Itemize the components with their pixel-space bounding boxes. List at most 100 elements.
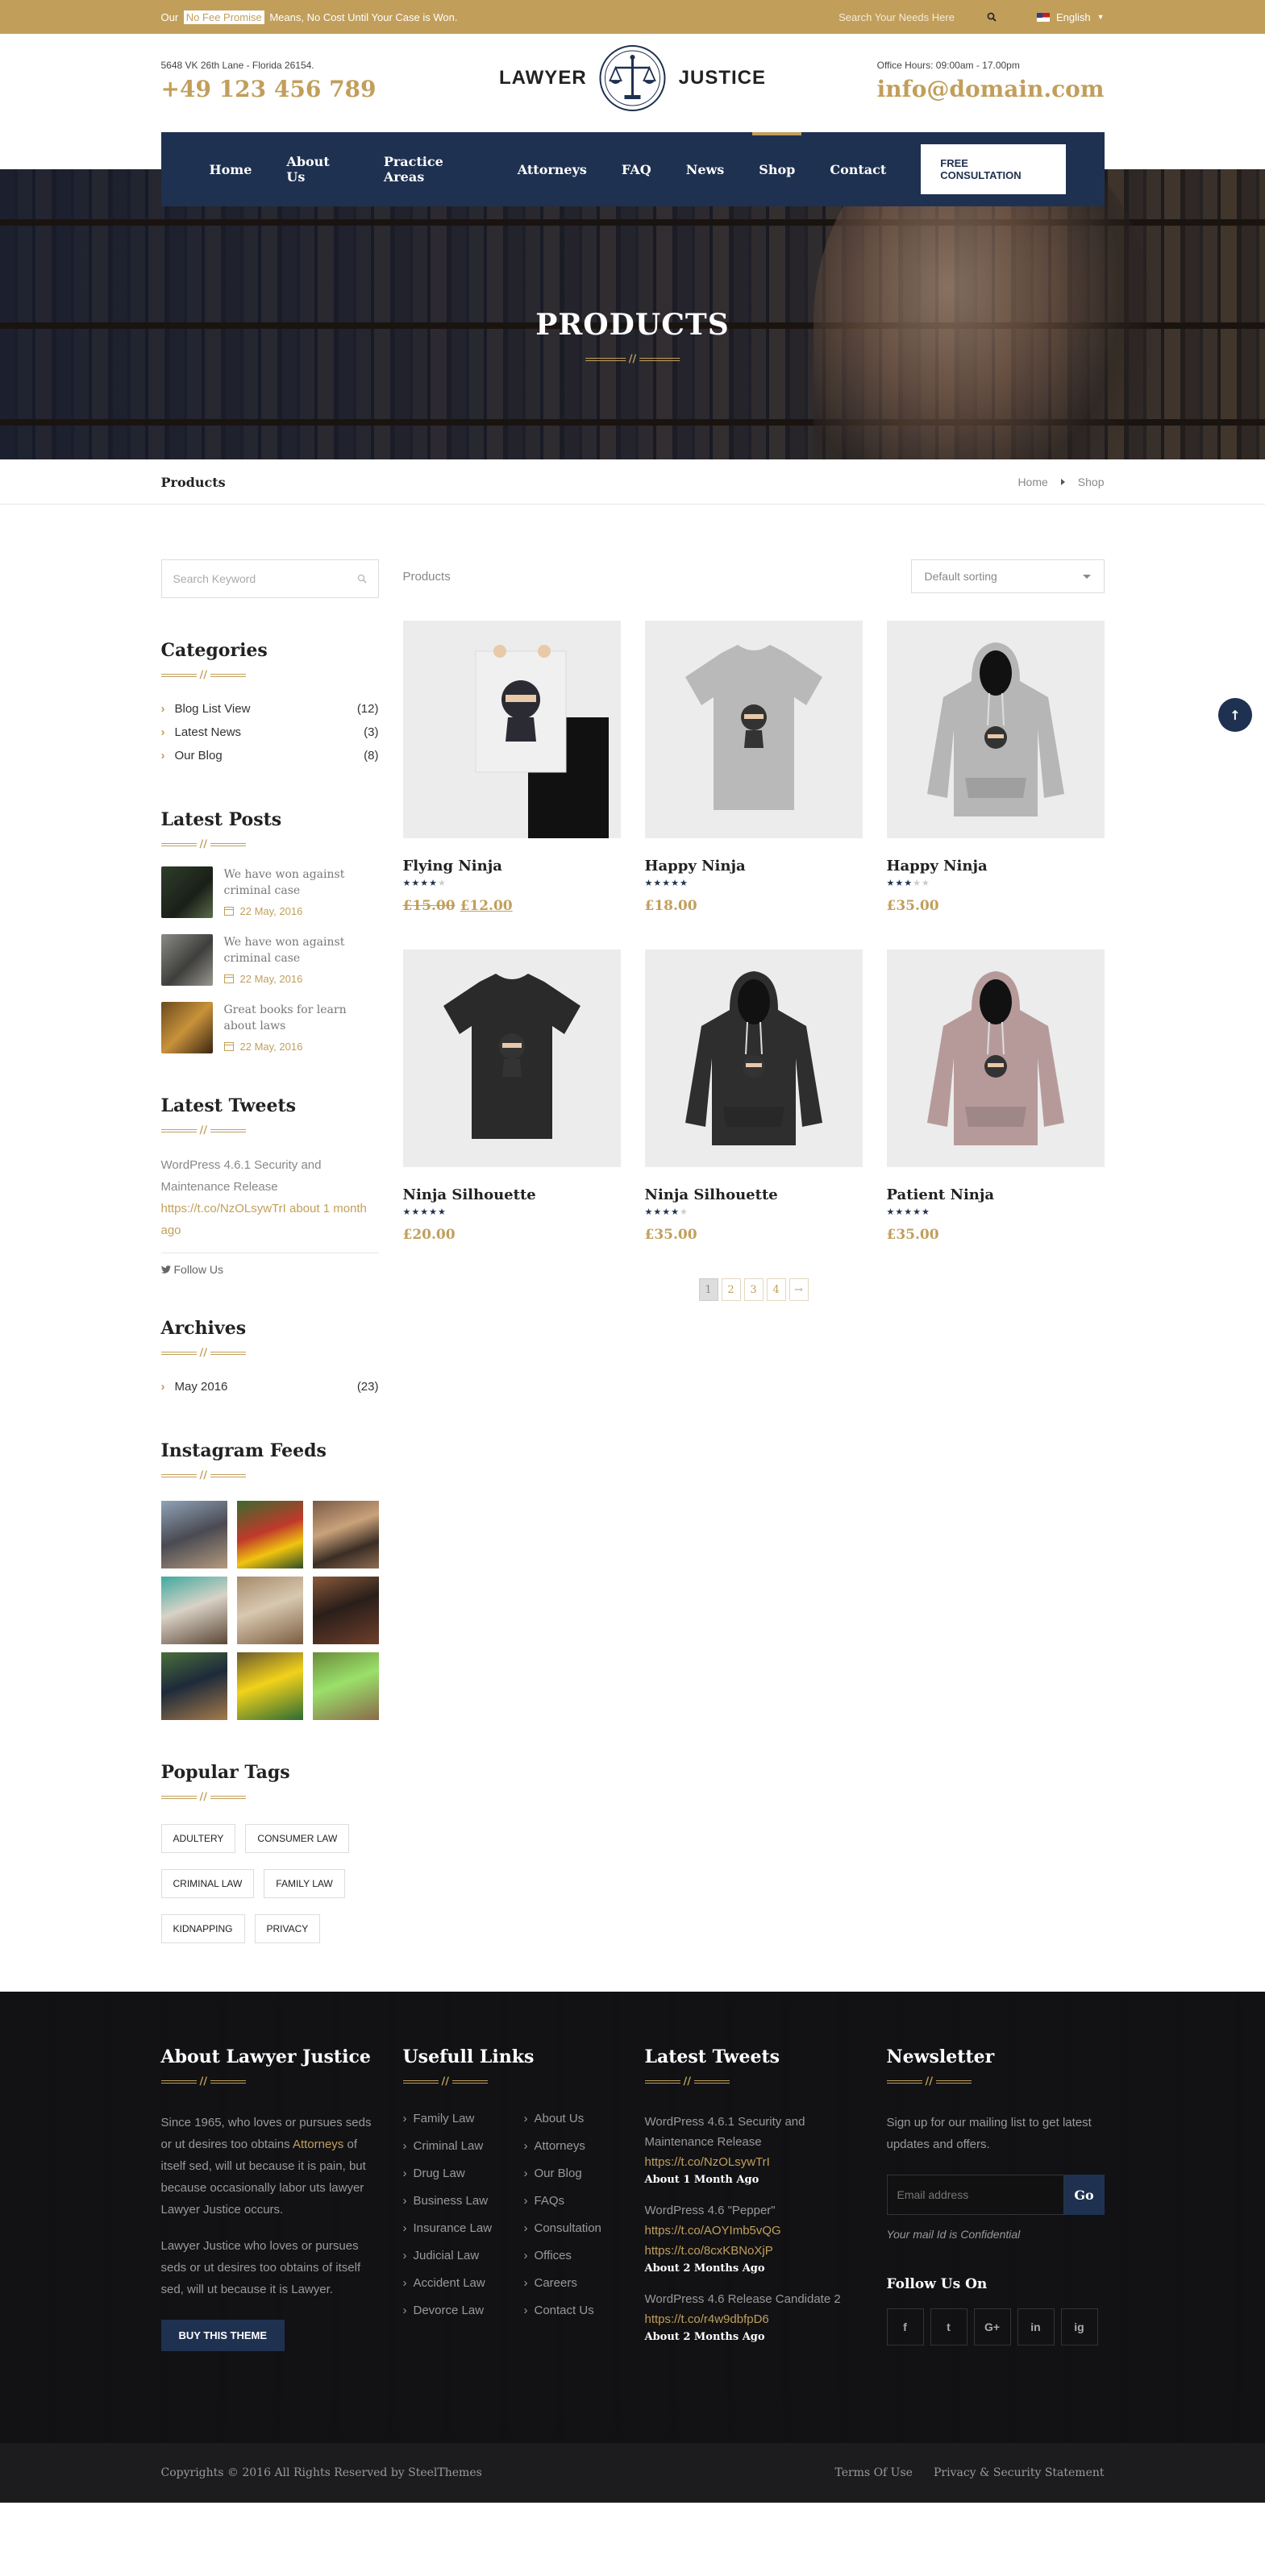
search-icon[interactable] <box>987 12 997 22</box>
follow-us-link[interactable]: Follow Us <box>160 1253 379 1276</box>
sidebar-search-input[interactable]: Search Keyword <box>160 559 379 598</box>
buy-theme-button[interactable]: BUY THIS THEME <box>160 2320 285 2351</box>
nav-item-practice-areas[interactable]: Practice Areas <box>384 132 483 206</box>
nav-item-faq[interactable]: FAQ <box>622 132 651 206</box>
instagram-photo[interactable] <box>312 1577 379 1644</box>
category-item[interactable]: Blog List View (12) <box>161 697 379 721</box>
post-thumbnail[interactable] <box>160 1002 213 1053</box>
sort-select[interactable]: Default sorting <box>910 559 1105 593</box>
footer-link[interactable]: Family Law <box>403 2112 524 2125</box>
footer-link[interactable]: Our Blog <box>524 2167 621 2180</box>
footer-link[interactable]: Consultation <box>524 2221 621 2235</box>
product-card[interactable]: Patient Ninja ★★★★★ £35.00 <box>886 949 1105 1278</box>
product-name[interactable]: Ninja Silhouette <box>645 1186 863 1203</box>
footer-link[interactable]: Drug Law <box>403 2167 524 2180</box>
email-address[interactable]: info@domain.com <box>877 76 1105 102</box>
footer-link[interactable]: Careers <box>524 2276 621 2290</box>
nav-item-attorneys[interactable]: Attorneys <box>518 132 587 206</box>
instagram-photo[interactable] <box>236 1501 303 1568</box>
post-title[interactable]: Great books for learn about laws <box>224 1002 379 1034</box>
product-name[interactable]: Flying Ninja <box>403 858 621 875</box>
instagram-photo[interactable] <box>236 1577 303 1644</box>
attorneys-link[interactable]: Attorneys <box>293 2138 343 2151</box>
page-4[interactable]: 4 <box>766 1278 786 1301</box>
tag-adultery[interactable]: ADULTERY <box>160 1824 236 1853</box>
instagram-photo[interactable] <box>312 1501 379 1568</box>
post-item[interactable]: We have won against criminal case 22 May… <box>160 934 379 986</box>
footer-link[interactable]: FAQs <box>524 2194 621 2208</box>
archive-item[interactable]: May 2016 (23) <box>161 1375 379 1398</box>
nav-item-home[interactable]: Home <box>210 132 252 206</box>
nav-item-contact[interactable]: Contact <box>830 132 886 206</box>
post-title[interactable]: We have won against criminal case <box>224 934 379 966</box>
product-image[interactable] <box>644 949 863 1167</box>
footer-link[interactable]: Criminal Law <box>403 2139 524 2153</box>
tweet-link[interactable]: https://t.co/r4w9dbfpD6 <box>645 2312 769 2326</box>
footer-link[interactable]: Business Law <box>403 2194 524 2208</box>
footer-link[interactable]: Devorce Law <box>403 2304 524 2317</box>
post-title[interactable]: We have won against criminal case <box>224 866 379 899</box>
tag-consumer-law[interactable]: CONSUMER LAW <box>245 1824 350 1853</box>
twitter-icon[interactable]: t <box>930 2308 967 2345</box>
top-search-input[interactable]: Search Your Needs Here <box>838 11 955 23</box>
product-card[interactable]: Ninja Silhouette ★★★★★ £20.00 <box>402 949 621 1278</box>
newsletter-go-button[interactable]: Go <box>1063 2175 1105 2215</box>
product-name[interactable]: Patient Ninja <box>887 1186 1105 1203</box>
product-name[interactable]: Happy Ninja <box>645 858 863 875</box>
nav-item-shop[interactable]: Shop <box>752 132 802 206</box>
product-card[interactable]: Happy Ninja ★★★★★ £18.00 <box>644 621 863 949</box>
tag-privacy[interactable]: PRIVACY <box>254 1914 321 1943</box>
product-card[interactable]: Ninja Silhouette ★★★★★ £35.00 <box>644 949 863 1278</box>
footer-link[interactable]: Accident Law <box>403 2276 524 2290</box>
nav-item-about-us[interactable]: About Us <box>286 132 348 206</box>
instagram-photo[interactable] <box>160 1577 227 1644</box>
product-card[interactable]: Flying Ninja ★★★★★ £15.00 £12.00 <box>402 621 621 949</box>
next-page-button[interactable]: → <box>789 1278 809 1301</box>
page-1[interactable]: 1 <box>698 1278 718 1301</box>
product-image[interactable] <box>402 621 621 838</box>
instagram-photo[interactable] <box>236 1652 303 1720</box>
logo[interactable]: LAWYER JUSTICE <box>499 44 766 113</box>
tweet-link[interactable]: https://t.co/NzOLsywTrI <box>645 2155 770 2169</box>
instagram-icon[interactable]: ig <box>1060 2308 1098 2345</box>
instagram-photo[interactable] <box>312 1652 379 1720</box>
footer-link[interactable]: Attorneys <box>524 2139 621 2153</box>
post-thumbnail[interactable] <box>160 866 213 918</box>
footer-link[interactable]: Judicial Law <box>403 2249 524 2262</box>
product-image[interactable] <box>886 949 1105 1167</box>
terms-link[interactable]: Terms Of Use <box>834 2466 913 2479</box>
tag-criminal-law[interactable]: CRIMINAL LAW <box>160 1869 255 1898</box>
tweet-link[interactable]: https://t.co/NzOLsywTrI <box>161 1202 286 1215</box>
footer-link[interactable]: Insurance Law <box>403 2221 524 2235</box>
tag-family-law[interactable]: FAMILY LAW <box>264 1869 345 1898</box>
scroll-to-top-button[interactable]: ↑ <box>1218 698 1252 732</box>
instagram-photo[interactable] <box>160 1652 227 1720</box>
facebook-icon[interactable]: f <box>886 2308 924 2345</box>
product-image[interactable] <box>644 621 863 838</box>
breadcrumb-home[interactable]: Home <box>1017 476 1047 488</box>
product-name[interactable]: Happy Ninja <box>887 858 1105 875</box>
tweet-link[interactable]: https://t.co/AOYImb5vQG https://t.co/8cx… <box>645 2224 781 2258</box>
language-selector[interactable]: English ▼ <box>1036 11 1105 23</box>
post-thumbnail[interactable] <box>160 934 213 986</box>
nav-item-news[interactable]: News <box>686 132 725 206</box>
search-icon[interactable] <box>357 574 367 584</box>
category-item[interactable]: Our Blog (8) <box>161 744 379 767</box>
footer-link[interactable]: Contact Us <box>524 2304 621 2317</box>
product-image[interactable] <box>402 949 621 1167</box>
newsletter-email-input[interactable]: Email address <box>886 2175 1064 2215</box>
linkedin-icon[interactable]: in <box>1017 2308 1055 2345</box>
page-2[interactable]: 2 <box>721 1278 741 1301</box>
product-card[interactable]: Happy Ninja ★★★★★ £35.00 <box>886 621 1105 949</box>
phone-number[interactable]: +49 123 456 789 <box>161 76 377 102</box>
category-item[interactable]: Latest News (3) <box>161 721 379 744</box>
post-item[interactable]: Great books for learn about laws 22 May,… <box>160 1002 379 1053</box>
footer-link[interactable]: Offices <box>524 2249 621 2262</box>
footer-link[interactable]: About Us <box>524 2112 621 2125</box>
privacy-link[interactable]: Privacy & Security Statement <box>934 2466 1105 2479</box>
top-search[interactable]: Search Your Needs Here <box>838 11 997 23</box>
free-consultation-button[interactable]: FREE CONSULTATION <box>921 144 1066 194</box>
product-image[interactable] <box>886 621 1105 838</box>
google-plus-icon[interactable]: G+ <box>973 2308 1011 2345</box>
product-name[interactable]: Ninja Silhouette <box>403 1186 621 1203</box>
